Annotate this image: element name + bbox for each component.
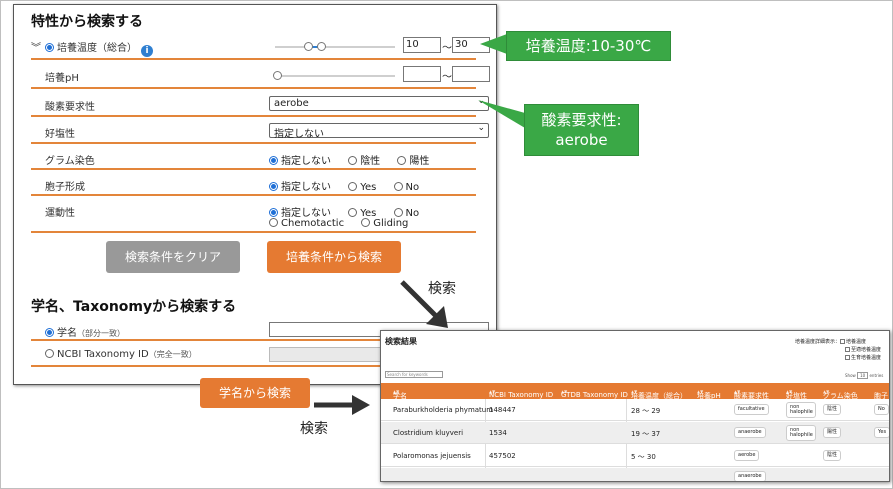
cell-oxygen: aerobe: [734, 450, 760, 461]
results-option-row-2: 至適培養温度: [795, 346, 881, 354]
sort-icon: ▲▼: [631, 389, 638, 394]
col-gram[interactable]: グラム染色 ▲▼: [823, 387, 858, 400]
cell-temp: 19 〜 37: [631, 430, 661, 438]
results-options: 培養温度詳細表示： 培養温度 至適培養温度 生育培養温度: [795, 338, 881, 362]
cell-ncbi: 148447: [489, 406, 516, 414]
cell-gram: 陰性: [823, 404, 842, 415]
cell-oxygen: anaerobe: [734, 471, 766, 481]
cell-gram: 陽性: [823, 427, 842, 438]
results-title: 検索結果: [385, 337, 417, 346]
cell-temp: 5 〜 30: [631, 453, 656, 461]
col-ncbi-label: NCBI Taxonomy ID: [489, 391, 554, 399]
cell-halo: non halophile: [786, 425, 816, 441]
sort-icon: ▲▼: [697, 389, 704, 394]
cell-name[interactable]: Paraburkholderia phymatum: [393, 406, 493, 414]
results-header: 学名 ▲▼ NCBI Taxonomy ID ▲▼ GTDB Taxonomy …: [381, 383, 889, 400]
cell-name[interactable]: Polaromonas jejuensis: [393, 452, 471, 460]
results-panel: 検索結果 培養温度詳細表示： 培養温度 至適培養温度 生育培養温度 Search …: [380, 330, 890, 482]
cell-temp: 28 〜 29: [631, 407, 661, 415]
table-row[interactable]: Paraburkholderia phymatum 148447 28 〜 29…: [381, 399, 889, 421]
results-show-suffix: entries: [869, 373, 884, 378]
col-oxygen[interactable]: 酸素要求性 ▲▼: [734, 387, 769, 400]
cell-oxygen: facultative: [734, 404, 769, 415]
table-row[interactable]: anaerobe: [381, 468, 889, 481]
col-gtdb[interactable]: GTDB Taxonomy ID ▲▼: [561, 387, 628, 399]
results-option-checkbox-3[interactable]: [845, 355, 850, 360]
cell-oxygen: anaerobe: [734, 427, 766, 438]
results-option-row-3: 生育培養温度: [795, 354, 881, 362]
col-halo[interactable]: 好塩性 ▲▼: [786, 387, 807, 400]
cell-halo: non halophile: [786, 402, 816, 418]
cell-spore: Yes: [874, 427, 889, 438]
cell-name[interactable]: Clostridium kluyveri: [393, 429, 463, 437]
results-option-label-2: 至適培養温度: [851, 347, 882, 353]
results-options-label: 培養温度詳細表示：: [795, 339, 841, 345]
arrow-1-shaft: [400, 280, 440, 320]
results-show-label: Show: [845, 373, 856, 378]
results-show-select[interactable]: 10: [857, 372, 869, 379]
results-option-checkbox-2[interactable]: [845, 347, 850, 352]
results-show-entries: Show 10 entries: [845, 372, 884, 379]
col-name[interactable]: 学名 ▲▼: [393, 387, 407, 400]
sort-icon: ▲▼: [823, 389, 830, 394]
sort-icon: ▲▼: [734, 389, 741, 394]
results-option-label-1: 培養温度: [846, 339, 867, 345]
col-ncbi[interactable]: NCBI Taxonomy ID ▲▼: [489, 387, 553, 399]
sort-icon: ▲▼: [393, 389, 400, 394]
cell-ncbi: 1534: [489, 429, 507, 437]
sort-icon: ▲▼: [489, 389, 496, 394]
col-ph[interactable]: 培養pH ▲▼: [697, 387, 721, 400]
cell-spore: No: [874, 404, 889, 415]
arrow-2-head: [352, 395, 370, 415]
results-search-input[interactable]: Search for keywords: [385, 371, 443, 378]
cell-ncbi: 457502: [489, 452, 516, 460]
col-gtdb-label: GTDB Taxonomy ID: [561, 391, 628, 399]
results-option-checkbox-1[interactable]: [840, 339, 846, 344]
results-option-row-1: 培養温度詳細表示： 培養温度: [795, 338, 881, 346]
results-option-label-3: 生育培養温度: [851, 355, 882, 361]
cell-gram: 陰性: [823, 450, 842, 461]
table-row[interactable]: Clostridium kluyveri 1534 19 〜 37 anaero…: [381, 422, 889, 444]
sort-icon: ▲▼: [561, 389, 568, 394]
table-row[interactable]: Polaromonas jejuensis 457502 5 〜 30 aero…: [381, 445, 889, 467]
col-temp[interactable]: 培養温度（総合） ▲▼: [631, 387, 687, 400]
sort-icon: ▲▼: [786, 389, 793, 394]
